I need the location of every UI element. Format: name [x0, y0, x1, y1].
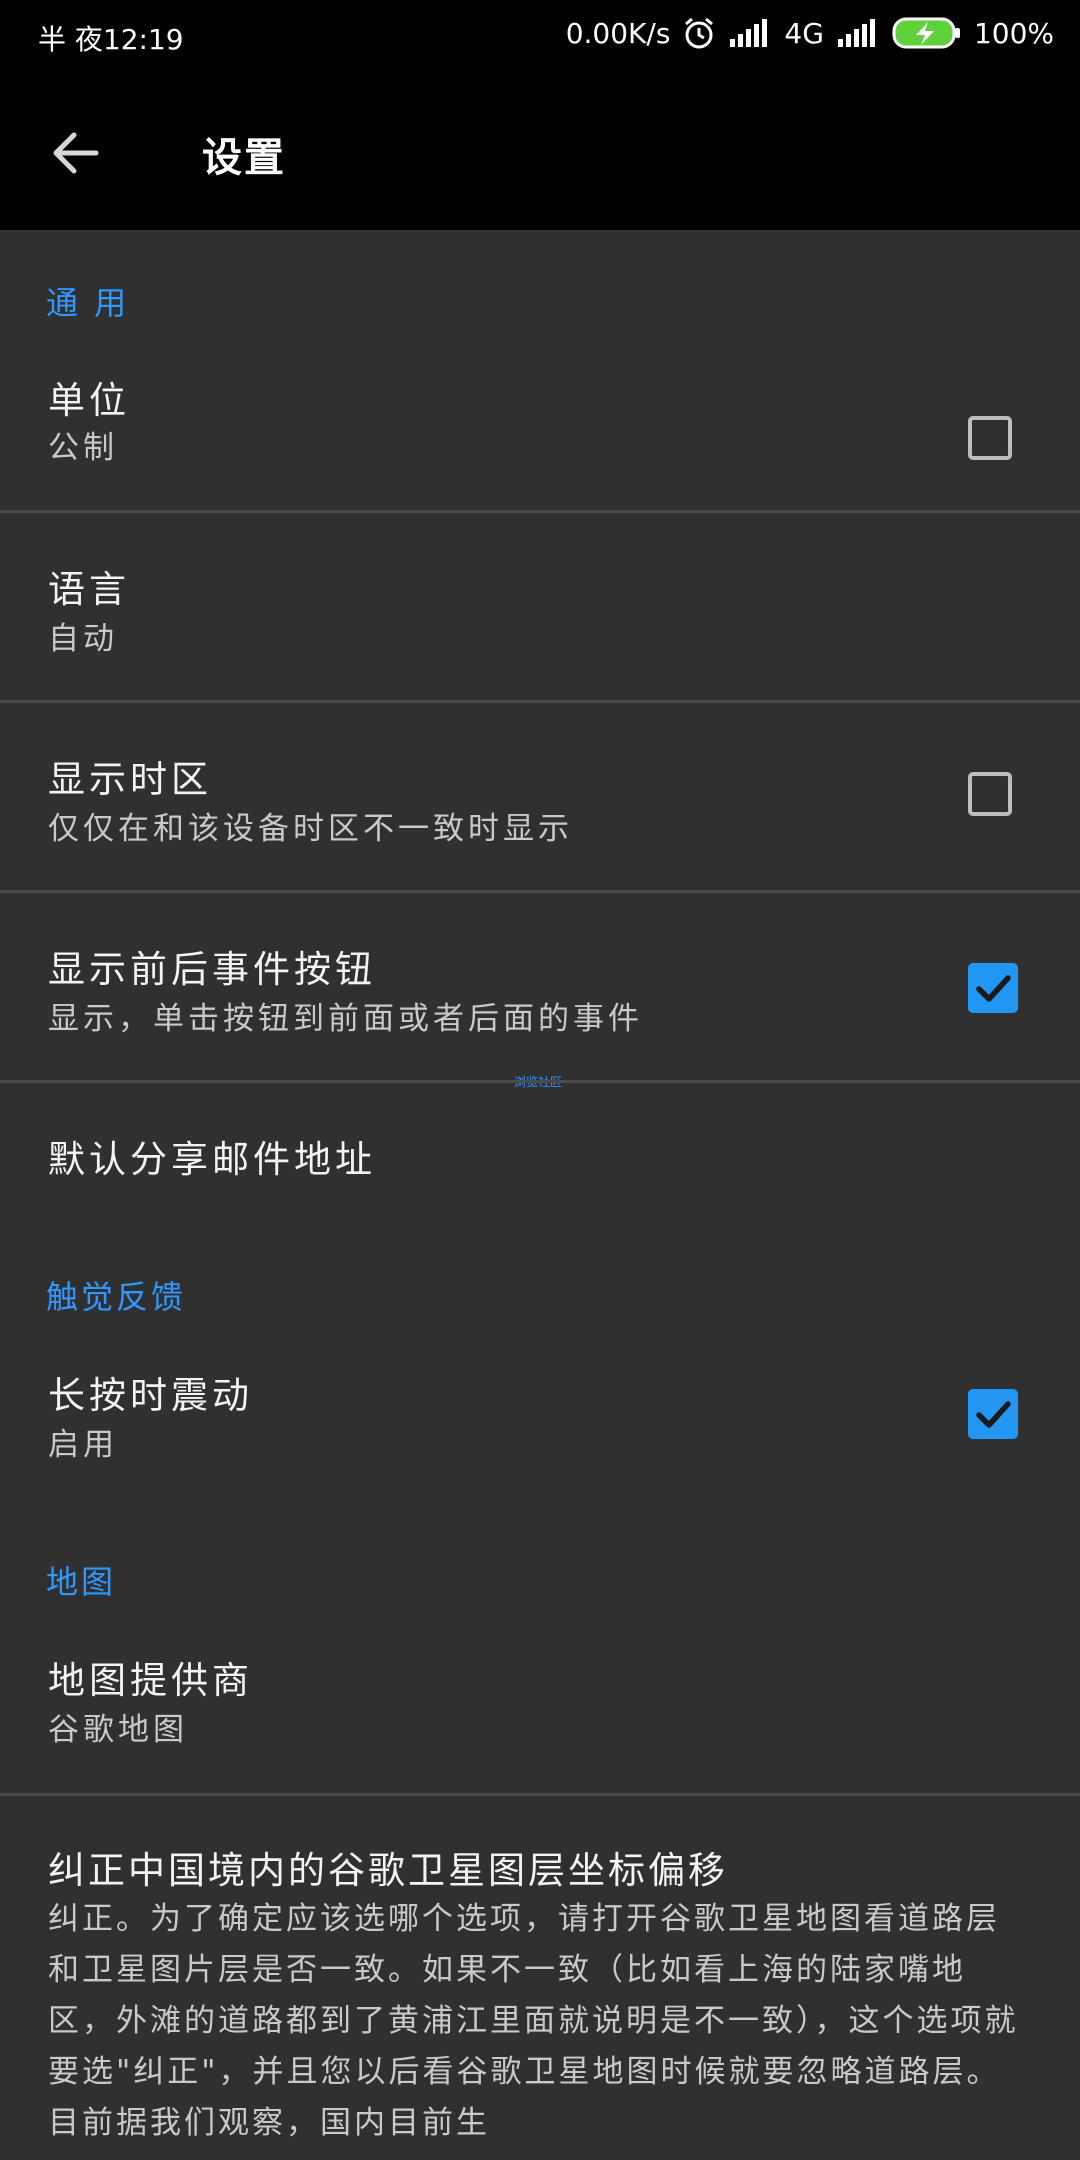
vibrate-checkbox[interactable]: [968, 1389, 1018, 1439]
status-time: 半 夜12:19: [38, 23, 184, 56]
pref-summary: 仅仅在和该设备时区不一致时显示: [48, 811, 573, 847]
check-icon: [976, 975, 1011, 1002]
pref-title: 纠正中国境内的谷歌卫星图层坐标偏移: [48, 1849, 728, 1892]
pref-summary: 公制: [48, 430, 118, 466]
pref-units[interactable]: 单位 公制: [0, 340, 1080, 510]
pref-title: 默认分享邮件地址: [48, 1138, 376, 1181]
check-icon: [976, 1401, 1011, 1428]
app-bar: 设置: [0, 75, 1080, 230]
section-header-general: 通 用: [46, 284, 130, 322]
pref-summary: 谷歌地图: [48, 1712, 188, 1748]
back-button[interactable]: [46, 127, 106, 179]
pref-title: 语言: [48, 568, 130, 611]
pref-title: 显示前后事件按钮: [48, 948, 376, 991]
signal-icon: [728, 19, 772, 47]
pref-event-buttons[interactable]: 显示前后事件按钮 显示，单击按钮到前面或者后面的事件: [0, 893, 1080, 1080]
pref-china-offset[interactable]: 纠正中国境内的谷歌卫星图层坐标偏移 纠正。为了确定应该选哪个选项，请打开谷歌卫星…: [0, 1796, 1080, 2160]
section-header-map: 地图: [46, 1563, 117, 1601]
alarm-icon: [682, 16, 716, 50]
net-speed: 0.00K/s: [565, 16, 671, 50]
back-arrow-icon: [53, 132, 99, 174]
pref-summary: 显示，单击按钮到前面或者后面的事件: [48, 1001, 643, 1037]
pref-title: 长按时震动: [48, 1374, 253, 1417]
pref-title: 单位: [48, 379, 130, 422]
battery-charging-icon: [892, 16, 962, 50]
pref-summary: 纠正。为了确定应该选哪个选项，请打开谷歌卫星地图看道路层和卫星图片层是否一致。如…: [48, 1901, 1019, 2141]
timezone-checkbox[interactable]: [968, 772, 1012, 816]
event-buttons-checkbox[interactable]: [968, 963, 1018, 1013]
signal-icon-2: [836, 19, 880, 47]
page-title: 设置: [202, 135, 286, 181]
units-checkbox[interactable]: [968, 416, 1012, 460]
pref-title: 地图提供商: [48, 1659, 253, 1702]
pref-title: 显示时区: [48, 758, 212, 801]
section-header-haptic: 触觉反馈: [46, 1278, 187, 1316]
pref-summary: 启用: [48, 1427, 118, 1463]
pref-share-email[interactable]: 默认分享邮件地址: [0, 1083, 1080, 1223]
pref-map-provider[interactable]: 地图提供商 谷歌地图: [0, 1620, 1080, 1793]
pref-vibrate[interactable]: 长按时震动 启用: [0, 1335, 1080, 1485]
network-type: 4G: [784, 16, 824, 50]
status-bar: 半 夜12:19 0.00K/s 4G 100%: [0, 0, 1080, 75]
pref-summary: 自动: [48, 621, 118, 657]
pref-timezone[interactable]: 显示时区 仅仅在和该设备时区不一致时显示: [0, 703, 1080, 890]
status-icons: 0.00K/s 4G 100%: [566, 16, 1054, 50]
pref-language[interactable]: 语言 自动: [0, 513, 1080, 700]
battery-level: 100%: [973, 16, 1054, 50]
